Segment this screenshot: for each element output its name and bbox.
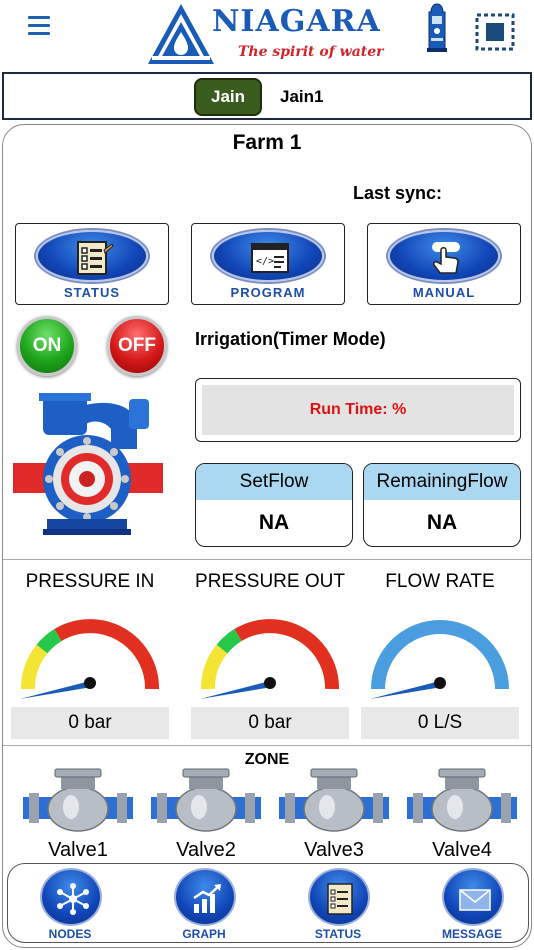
farm-panel: Farm 1 Last sync: STATUS </> PROGRAM MAN… (2, 124, 532, 948)
valve-3-label: Valve3 (304, 839, 364, 861)
flow-rate-dial (370, 620, 509, 699)
valve-2-label: Valve2 (176, 839, 236, 861)
pressure-out-gauge: PRESSURE OUT 0 bar (185, 567, 355, 739)
nav-graph[interactable]: GRAPH (154, 866, 254, 942)
valve-1[interactable]: Valve1 (19, 765, 137, 867)
pressure-out-value: 0 bar (191, 707, 349, 739)
off-button[interactable]: OFF (107, 316, 167, 376)
nodes-icon (57, 883, 89, 915)
pressure-out-dial (200, 619, 340, 699)
run-time-label: Run Time: % (202, 385, 514, 435)
svg-text:</>: </> (256, 256, 274, 267)
pressure-out-title: PRESSURE OUT (195, 571, 345, 592)
envelope-icon (459, 889, 491, 911)
last-sync-label: Last sync: (353, 183, 443, 203)
nav-status[interactable]: STATUS (288, 866, 388, 942)
pump-image (13, 393, 163, 535)
program-button[interactable]: </> PROGRAM (191, 223, 345, 305)
status-button[interactable]: STATUS (15, 223, 169, 305)
tab-jain[interactable]: Jain (194, 78, 262, 116)
nav-nodes[interactable]: NODES (20, 866, 120, 942)
status-button-label: STATUS (63, 285, 121, 300)
app-header: NIAGARA The spirit of water (0, 0, 534, 70)
irrigation-mode-label: Irrigation(Timer Mode) (195, 329, 386, 349)
hamburger-menu-icon[interactable] (28, 16, 50, 36)
valve-1-label: Valve1 (48, 839, 108, 861)
nav-graph-label: GRAPH (182, 927, 226, 941)
valve-3[interactable]: Valve3 (275, 765, 393, 867)
pressure-in-value: 0 bar (11, 707, 169, 739)
niagara-triangle-icon (148, 4, 214, 64)
valve-4[interactable]: Valve4 (403, 765, 521, 867)
flow-rate-value: 0 L/S (361, 707, 519, 739)
valve-icon (23, 768, 133, 832)
valve-icon (279, 768, 389, 832)
section-divider (3, 559, 531, 560)
run-time-box: Run Time: % (195, 378, 521, 442)
checklist-icon (327, 883, 353, 915)
controller-device-icon (427, 3, 447, 52)
flow-rate-title: FLOW RATE (385, 571, 495, 592)
pressure-in-dial (20, 619, 160, 699)
brand-tagline: The spirit of water (238, 44, 384, 60)
farm-title: Farm 1 (232, 131, 302, 154)
code-window-icon: </> (251, 243, 289, 273)
controller-tab-strip: Jain Jain1 (2, 72, 532, 120)
pressure-in-title: PRESSURE IN (25, 571, 155, 592)
set-flow-card: SetFlow NA (195, 463, 353, 547)
manual-button-label: MANUAL (412, 285, 476, 300)
remaining-flow-title: RemainingFlow (364, 464, 520, 500)
graph-icon (193, 884, 221, 913)
remaining-flow-card: RemainingFlow NA (363, 463, 521, 547)
nav-message-label: MESSAGE (441, 927, 502, 941)
bottom-nav: NODES GRAPH STATUS MESSAGE (7, 863, 529, 943)
checklist-icon (77, 241, 114, 275)
on-button[interactable]: ON (17, 316, 77, 376)
niagara-logo: NIAGARA The spirit of water (146, 2, 386, 66)
flow-rate-gauge: FLOW RATE 0 L/S (355, 567, 525, 739)
remaining-flow-value: NA (426, 511, 458, 534)
set-flow-title: SetFlow (196, 464, 352, 500)
brand-name: NIAGARA (212, 4, 381, 39)
nav-status-label: STATUS (314, 927, 362, 941)
valve-4-label: Valve4 (432, 839, 492, 861)
tab-jain1[interactable]: Jain1 (280, 87, 323, 107)
set-flow-value: NA (258, 511, 290, 534)
nav-nodes-label: NODES (48, 927, 92, 941)
chip-scan-icon[interactable] (474, 12, 516, 52)
program-button-label: PROGRAM (230, 285, 306, 300)
nav-message[interactable]: MESSAGE (422, 866, 522, 942)
hand-touch-icon (432, 242, 460, 274)
valve-icon (151, 768, 261, 832)
manual-button[interactable]: MANUAL (367, 223, 521, 305)
section-divider (3, 745, 531, 746)
valve-2[interactable]: Valve2 (147, 765, 265, 867)
pressure-in-gauge: PRESSURE IN 0 bar (5, 567, 175, 739)
valve-icon (407, 768, 517, 832)
